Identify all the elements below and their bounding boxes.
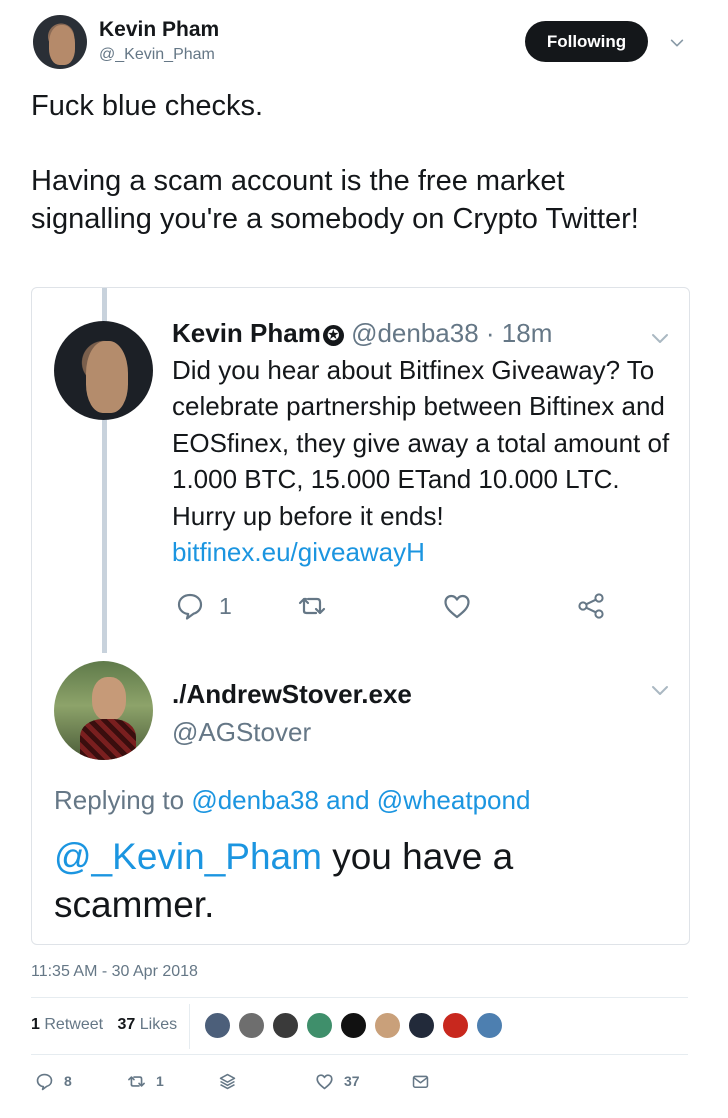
mail-icon xyxy=(412,1075,429,1088)
reply-button[interactable]: 8 xyxy=(35,1068,72,1094)
verified-badge-icon: ✪ xyxy=(322,325,344,346)
tweet-actions: 8 1 37 xyxy=(31,1068,451,1094)
heart-icon xyxy=(444,594,470,619)
replying-mention-2: @wheatpond xyxy=(376,785,531,815)
quoted-time: · 18m xyxy=(485,318,553,348)
avatar[interactable] xyxy=(33,15,87,69)
likes-label: Likes xyxy=(139,1016,178,1033)
divider xyxy=(31,997,688,998)
reply-mention: @_Kevin_Pham xyxy=(54,836,322,877)
quoted-like-action xyxy=(442,588,472,624)
quoted-reply-action: 1 xyxy=(175,588,232,624)
likes-count: 37 xyxy=(117,1016,136,1033)
tweet-timestamp[interactable]: 11:35 AM - 30 Apr 2018 xyxy=(31,963,198,981)
like-button[interactable]: 37 xyxy=(315,1068,360,1094)
liker-avatar[interactable] xyxy=(339,1011,368,1040)
liker-avatar[interactable] xyxy=(237,1011,266,1040)
stats-divider xyxy=(189,1004,190,1049)
reply-icon xyxy=(36,1073,53,1090)
liker-avatar[interactable] xyxy=(373,1011,402,1040)
share-icon xyxy=(578,593,604,619)
replying-to: Replying to @denba38 and @wheatpond xyxy=(54,785,530,816)
stack-button[interactable] xyxy=(218,1068,237,1094)
quoted-body-text: Did you hear about Bitfinex Giveaway? To… xyxy=(172,355,670,531)
quoted-body: Did you hear about Bitfinex Giveaway? To… xyxy=(172,352,672,570)
reply-body: @_Kevin_Pham you have a scammer. xyxy=(54,833,614,929)
heart-icon xyxy=(316,1073,333,1089)
replying-and: and xyxy=(326,785,370,815)
quoted-share-action xyxy=(576,588,606,624)
quoted-name: Kevin Pham xyxy=(172,318,321,348)
chevron-down-icon xyxy=(652,334,668,343)
following-button[interactable]: Following xyxy=(525,21,648,62)
reply-name: ./AndrewStover.exe xyxy=(172,679,412,709)
liker-avatar[interactable] xyxy=(475,1011,504,1040)
quoted-handle: @denba38 xyxy=(351,318,479,348)
retweet-icon xyxy=(128,1075,145,1087)
reply-icon xyxy=(177,593,203,620)
retweet-icon xyxy=(298,597,326,615)
quoted-reply-count: 1 xyxy=(219,592,232,619)
quoted-retweet-action xyxy=(297,588,327,624)
tweet-stats: 1 Retweet 37 Likes xyxy=(31,1016,177,1034)
retweets-stat[interactable]: 1 Retweet xyxy=(31,1016,103,1033)
reply-avatar xyxy=(54,661,153,760)
embedded-image-card[interactable]: Kevin Pham ✪ @denba38 · 18m Did you hear … xyxy=(31,287,690,945)
replying-prefix: Replying to xyxy=(54,785,185,815)
direct-message-button[interactable] xyxy=(411,1068,430,1094)
stack-icon xyxy=(219,1073,236,1089)
author-name[interactable]: Kevin Pham xyxy=(99,18,219,42)
quoted-header: Kevin Pham ✪ @denba38 · 18m xyxy=(172,316,552,350)
liker-avatar[interactable] xyxy=(441,1011,470,1040)
reply-handle: @AGStover xyxy=(172,717,312,747)
retweets-label: Retweet xyxy=(44,1016,104,1033)
retweet-count: 1 xyxy=(156,1073,164,1089)
quoted-actions: 1 xyxy=(172,588,632,624)
retweet-button[interactable]: 1 xyxy=(127,1068,164,1094)
liker-avatar[interactable] xyxy=(305,1011,334,1040)
divider xyxy=(31,1054,688,1055)
retweets-count: 1 xyxy=(31,1016,40,1033)
tweet-header: Kevin Pham @_Kevin_Pham Following xyxy=(0,0,728,80)
like-count: 37 xyxy=(344,1073,360,1089)
chevron-down-icon[interactable] xyxy=(668,34,686,52)
replying-mention-1: @denba38 xyxy=(191,785,319,815)
reply-count: 8 xyxy=(64,1073,72,1089)
liker-avatar[interactable] xyxy=(271,1011,300,1040)
quoted-avatar xyxy=(54,321,153,420)
tweet-text: Fuck blue checks. Having a scam account … xyxy=(31,90,639,235)
quoted-link: bitfinex.eu/giveawayH xyxy=(172,537,425,568)
likes-stat[interactable]: 37 Likes xyxy=(118,1016,178,1033)
liker-avatar[interactable] xyxy=(407,1011,436,1040)
author-handle[interactable]: @_Kevin_Pham xyxy=(99,46,215,64)
liker-avatar[interactable] xyxy=(203,1011,232,1040)
chevron-down-icon xyxy=(652,686,668,695)
